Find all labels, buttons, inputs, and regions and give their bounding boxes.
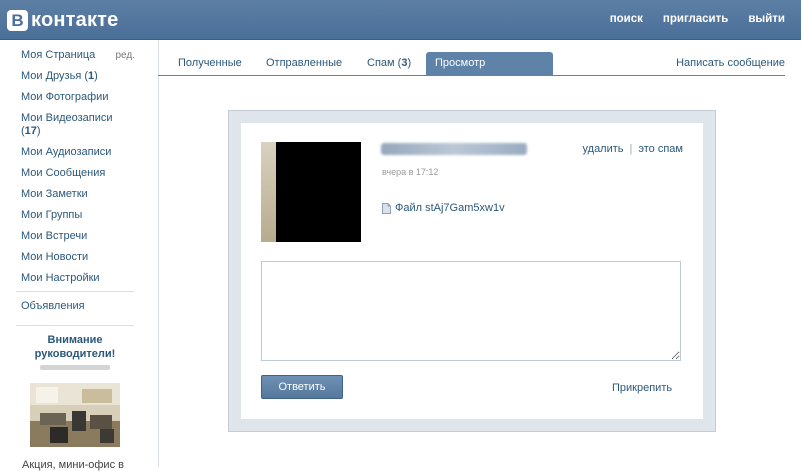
sidebar-item-groups[interactable]: Мои Группы — [21, 209, 137, 222]
action-separator: | — [629, 143, 633, 155]
tab-spam[interactable]: Спам (3) — [357, 52, 421, 75]
sidebar-item-label: Мои Настройки — [21, 272, 100, 284]
logout-link[interactable]: выйти — [748, 13, 785, 25]
message-card: вчера в 17:12 удалить | это спам Файл st… — [241, 123, 703, 419]
message-date: вчера в 17:12 — [382, 167, 439, 177]
vk-logo-letter: В — [7, 9, 28, 31]
top-header: В контакте поиск пригласить выйти — [0, 0, 801, 40]
avatar-edge — [261, 142, 276, 242]
sidebar-divider — [16, 291, 134, 292]
spam-count: 3 — [401, 57, 408, 69]
document-icon — [382, 202, 391, 214]
sidebar-item-friends[interactable]: Мои Друзья (1) — [21, 70, 137, 83]
sidebar-item-label: Мои Заметки — [21, 188, 88, 200]
sidebar-item-photos[interactable]: Мои Фотографии — [21, 91, 137, 104]
sidebar-item-label: Мои Друзья — [21, 70, 82, 82]
delete-link[interactable]: удалить — [583, 143, 624, 155]
reply-button[interactable]: Ответить — [261, 375, 343, 399]
header-nav: поиск пригласить выйти — [610, 13, 785, 25]
sidebar-menu: Моя Страница ред. Мои Друзья (1) Мои Фот… — [21, 49, 137, 293]
ad-subtitle-blurred — [40, 365, 110, 370]
tab-label: Отправленные — [266, 57, 343, 69]
attach-link[interactable]: Прикрепить — [612, 382, 672, 394]
ad-text: Акция, мини-офис в — [22, 459, 124, 471]
sidebar-divider — [16, 325, 134, 326]
sidebar-item-label: Моя Страница — [21, 49, 96, 61]
vk-logo[interactable]: В контакте — [7, 8, 119, 32]
sender-avatar[interactable] — [261, 142, 361, 242]
ad-image[interactable] — [30, 383, 120, 447]
sidebar-item-label: Мои Фотографии — [21, 91, 109, 103]
tab-label: Спам — [367, 57, 395, 69]
sidebar-item-label: Мои Видеозаписи — [21, 112, 113, 124]
reply-textarea[interactable] — [261, 261, 681, 361]
tab-label: Просмотр сообщения — [435, 57, 493, 92]
sidebar-item-messages[interactable]: Мои Сообщения — [21, 167, 137, 180]
ad-title[interactable]: Внимание руководители! — [16, 333, 134, 361]
tab-label: Полученные — [178, 57, 242, 69]
message-actions: удалить | это спам — [583, 143, 683, 155]
sidebar-item-label: Мои Аудиозаписи — [21, 146, 112, 158]
edit-link[interactable]: ред. — [115, 49, 135, 62]
attachment-name: Файл stAj7Gam5xw1v — [395, 202, 505, 214]
message-tabs: Полученные Отправленные Спам (3) Просмот… — [158, 52, 785, 92]
ads-link[interactable]: Объявления — [21, 300, 85, 312]
sidebar-item-label: Мои Новости — [21, 251, 89, 263]
sidebar-item-label: Мои Сообщения — [21, 167, 106, 179]
left-sidebar: Моя Страница ред. Мои Друзья (1) Мои Фот… — [0, 40, 159, 471]
videos-count: 17 — [24, 125, 37, 137]
sidebar-item-notes[interactable]: Мои Заметки — [21, 188, 137, 201]
sidebar-item-label: Мои Встречи — [21, 230, 88, 242]
tab-sent[interactable]: Отправленные — [256, 52, 352, 75]
sidebar-item-label: Мои Группы — [21, 209, 83, 221]
sender-name-blurred[interactable] — [381, 143, 527, 155]
sidebar-item-settings[interactable]: Мои Настройки — [21, 272, 137, 285]
tab-inbox[interactable]: Полученные — [168, 52, 252, 75]
sidebar-item-my-page[interactable]: Моя Страница ред. — [21, 49, 137, 62]
message-panel: вчера в 17:12 удалить | это спам Файл st… — [228, 110, 716, 432]
sidebar-item-videos[interactable]: Мои Видеозаписи (17) — [21, 112, 137, 138]
friends-count: 1 — [88, 70, 95, 82]
invite-link[interactable]: пригласить — [663, 13, 728, 25]
sidebar-item-news[interactable]: Мои Новости — [21, 251, 137, 264]
vk-logo-text: контакте — [31, 8, 119, 31]
tab-view-message[interactable]: Просмотр сообщения — [426, 52, 553, 92]
sidebar-item-audio[interactable]: Мои Аудиозаписи — [21, 146, 137, 159]
mark-spam-link[interactable]: это спам — [638, 143, 683, 155]
search-link[interactable]: поиск — [610, 13, 643, 25]
write-message-link[interactable]: Написать сообщение — [676, 52, 785, 75]
file-attachment[interactable]: Файл stAj7Gam5xw1v — [382, 202, 505, 214]
sidebar-item-events[interactable]: Мои Встречи — [21, 230, 137, 243]
